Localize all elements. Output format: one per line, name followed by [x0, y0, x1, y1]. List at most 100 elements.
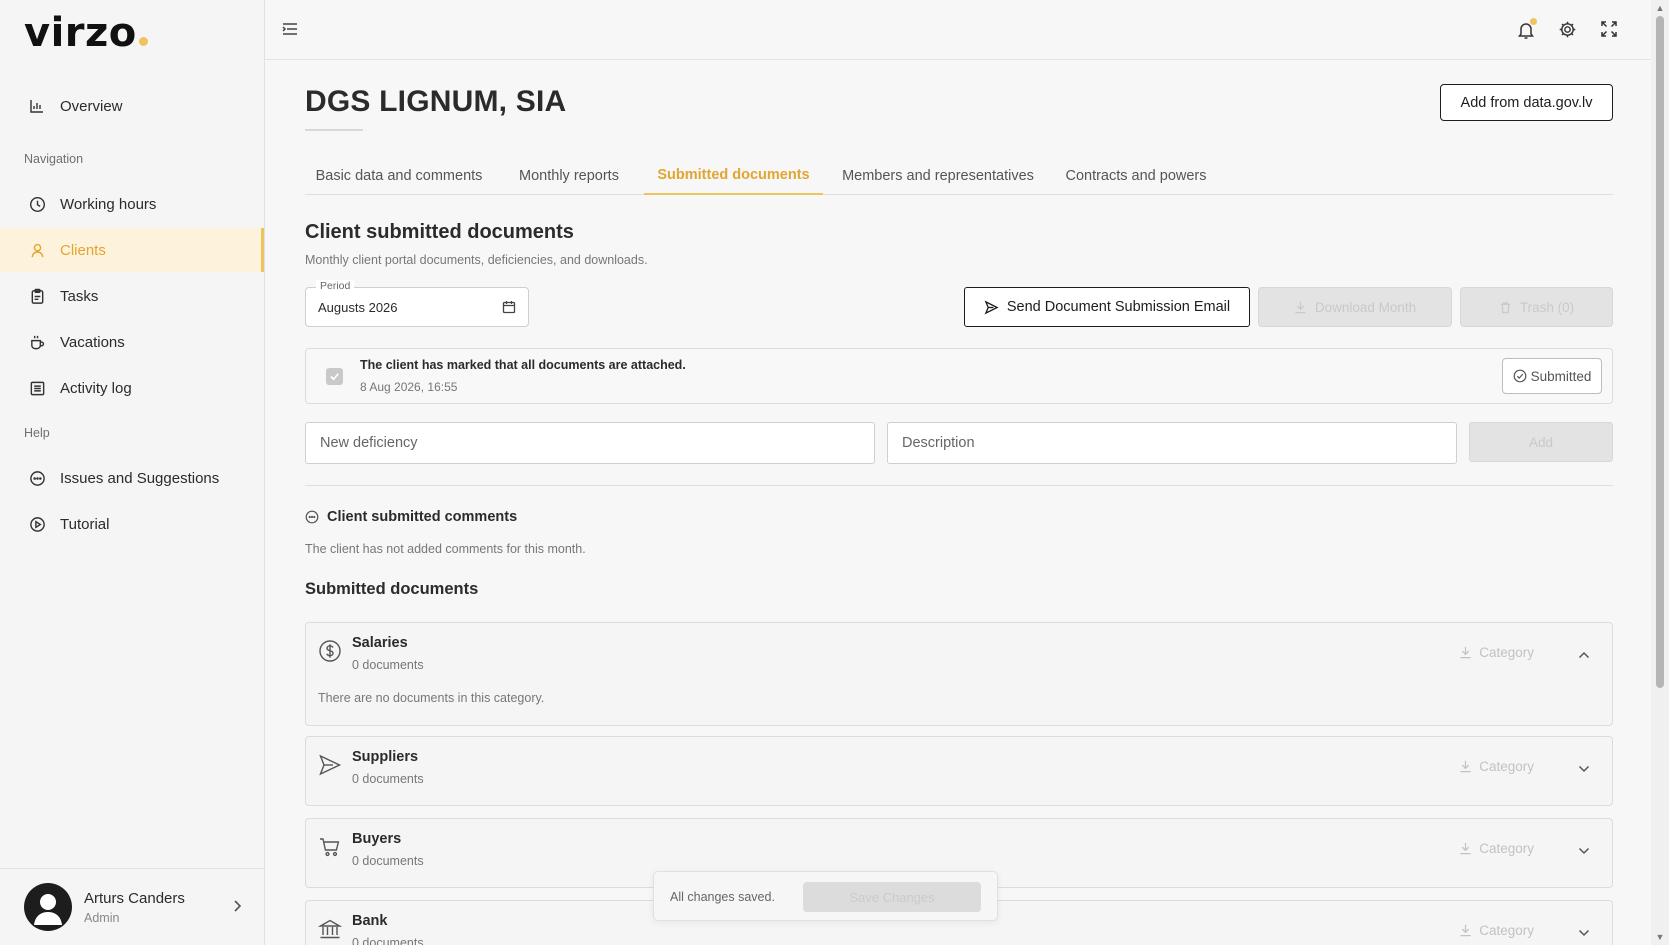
- send-icon: [984, 299, 999, 315]
- sidebar-item-clients[interactable]: Clients: [0, 228, 264, 272]
- category-name: Salaries: [352, 635, 408, 651]
- documents-section-title: Client submitted documents: [305, 221, 574, 243]
- sidebar-item-label: Working hours: [60, 195, 157, 213]
- category-count: 0 documents: [352, 936, 424, 945]
- user-profile[interactable]: Arturs Canders Admin: [0, 868, 264, 945]
- sidebar-item-activity-log[interactable]: Activity log: [0, 366, 264, 410]
- period-value: Augusts 2026: [318, 300, 398, 315]
- calendar-icon[interactable]: [502, 300, 516, 319]
- sidebar-item-vacations[interactable]: Vacations: [0, 320, 264, 364]
- submission-status: The client has marked that all documents…: [305, 348, 1613, 404]
- logo-text: virzo: [24, 10, 137, 56]
- status-text: The client has marked that all documents…: [360, 358, 686, 372]
- category-download-label: Category: [1479, 923, 1534, 938]
- download-month-button[interactable]: Download Month: [1258, 287, 1452, 327]
- clipboard-icon: [28, 287, 46, 305]
- check-circle-icon: [1513, 369, 1527, 383]
- sidebar: virzo Overview Navigation Working hours …: [0, 0, 265, 945]
- status-time: 8 Aug 2026, 16:55: [360, 380, 458, 394]
- sidebar-item-overview[interactable]: Overview: [0, 84, 264, 128]
- bank-icon: [317, 917, 343, 941]
- logo-dot: [138, 37, 148, 46]
- download-icon: [1459, 646, 1472, 659]
- tab-contracts[interactable]: Contracts and powers: [1053, 157, 1219, 195]
- notification-dot: [1530, 18, 1537, 25]
- trash-button[interactable]: Trash (0): [1460, 287, 1613, 327]
- documents-subtitle: Monthly client portal documents, deficie…: [305, 253, 648, 267]
- save-changes-button[interactable]: Save Changes: [803, 882, 981, 912]
- category-download[interactable]: Category: [1459, 645, 1534, 660]
- sidebar-item-tasks[interactable]: Tasks: [0, 274, 264, 318]
- tabs: Basic data and comments Monthly reports …: [305, 157, 1613, 195]
- category-salaries[interactable]: Salaries 0 documents Category There are …: [305, 622, 1613, 726]
- comment-icon: [305, 510, 319, 524]
- main-content: DGS LIGNUM, SIA Add from data.gov.lv Bas…: [265, 61, 1651, 945]
- category-download[interactable]: Category: [1459, 841, 1534, 856]
- scroll-up-arrow[interactable]: ▲: [1654, 3, 1666, 13]
- add-deficiency-button[interactable]: Add: [1469, 422, 1613, 462]
- title-underline: [305, 129, 363, 131]
- save-status: All changes saved.: [670, 890, 775, 904]
- category-suppliers[interactable]: Suppliers 0 documents Category: [305, 736, 1613, 806]
- trash-icon: [1499, 301, 1512, 314]
- sidebar-item-label: Vacations: [60, 333, 125, 351]
- chevron-down-icon[interactable]: [1578, 760, 1590, 778]
- play-icon: [28, 515, 46, 533]
- user-role: Admin: [84, 910, 120, 925]
- cart-icon: [318, 835, 342, 859]
- category-name: Buyers: [352, 831, 402, 847]
- coffee-icon: [28, 333, 46, 351]
- category-empty-message: There are no documents in this category.: [318, 691, 545, 705]
- sidebar-item-working-hours[interactable]: Working hours: [0, 182, 264, 226]
- chevron-down-icon[interactable]: [1578, 842, 1590, 860]
- list-icon: [28, 379, 46, 397]
- tab-basic-data[interactable]: Basic data and comments: [305, 157, 493, 195]
- tab-monthly-reports[interactable]: Monthly reports: [501, 157, 637, 195]
- avatar: [24, 883, 72, 931]
- chevron-right-icon[interactable]: [232, 899, 242, 918]
- sidebar-item-tutorial[interactable]: Tutorial: [0, 502, 264, 546]
- period-picker[interactable]: Period Augusts 2026: [305, 280, 529, 327]
- bell-icon[interactable]: [1517, 18, 1537, 45]
- gear-icon[interactable]: [1558, 20, 1577, 44]
- category-download-label: Category: [1479, 841, 1534, 856]
- top-bar: [265, 0, 1651, 60]
- chevron-down-icon[interactable]: [1578, 924, 1590, 942]
- bar-chart-icon: [28, 97, 46, 115]
- sidebar-item-label: Tutorial: [60, 515, 110, 533]
- new-deficiency-input[interactable]: New deficiency: [305, 422, 875, 464]
- sidebar-item-label: Issues and Suggestions: [60, 469, 220, 487]
- submitted-button[interactable]: Submitted: [1502, 358, 1602, 394]
- dollar-icon: [318, 639, 342, 663]
- download-icon: [1294, 301, 1307, 314]
- tab-submitted-documents[interactable]: Submitted documents: [644, 157, 823, 195]
- fullscreen-icon[interactable]: [1600, 20, 1618, 43]
- download-icon: [1459, 760, 1472, 773]
- category-count: 0 documents: [352, 854, 424, 868]
- description-input[interactable]: Description: [887, 422, 1457, 464]
- all-attached-checkbox[interactable]: [326, 368, 343, 385]
- user-icon: [28, 241, 46, 259]
- menu-toggle-icon[interactable]: [281, 20, 299, 43]
- category-download[interactable]: Category: [1459, 759, 1534, 774]
- nav-section-help: Help: [24, 426, 50, 440]
- sidebar-item-issues[interactable]: Issues and Suggestions: [0, 456, 264, 500]
- page-title: DGS LIGNUM, SIA: [305, 85, 567, 118]
- download-month-label: Download Month: [1314, 299, 1417, 315]
- scrollbar-thumb[interactable]: [1656, 16, 1664, 688]
- category-download-label: Category: [1479, 759, 1534, 774]
- send-email-button[interactable]: Send Document Submission Email: [964, 287, 1250, 327]
- sidebar-item-label: Tasks: [60, 287, 99, 305]
- chevron-up-icon[interactable]: [1578, 646, 1590, 664]
- category-download[interactable]: Category: [1459, 923, 1534, 938]
- comments-title-label: Client submitted comments: [327, 509, 518, 525]
- tab-members[interactable]: Members and representatives: [831, 157, 1045, 195]
- sidebar-item-label: Clients: [60, 241, 106, 259]
- add-from-data-gov-button[interactable]: Add from data.gov.lv: [1440, 84, 1613, 121]
- category-name: Suppliers: [352, 749, 419, 765]
- submitted-label: Submitted: [1530, 368, 1592, 384]
- send-icon: [318, 753, 342, 777]
- period-label: Period: [316, 280, 355, 292]
- sidebar-item-label: Overview: [60, 97, 123, 115]
- scroll-down-arrow[interactable]: ▼: [1654, 932, 1666, 942]
